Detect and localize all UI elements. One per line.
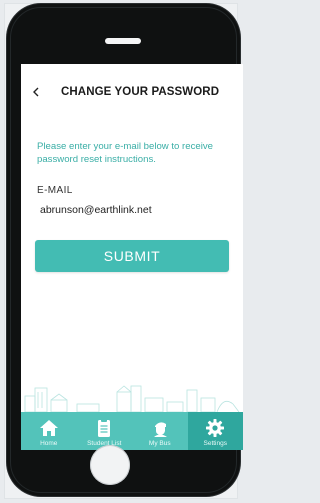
clipboard-icon [98, 419, 111, 437]
phone-frame: CHANGE YOUR PASSWORD Please enter your e… [7, 4, 243, 496]
submit-button[interactable]: SUBMIT [35, 240, 229, 272]
phone-home-button[interactable] [90, 445, 130, 485]
chevron-left-icon[interactable] [31, 82, 41, 109]
tab-label: My Bus [148, 440, 171, 447]
instructions-text: Please enter your e-mail below to receiv… [37, 141, 213, 165]
email-field[interactable] [37, 200, 227, 220]
bus-driver-icon [153, 422, 167, 437]
city-skyline-illustration [24, 385, 240, 412]
tab-home[interactable]: Home [21, 412, 77, 450]
gear-icon [206, 419, 225, 437]
home-icon [39, 420, 58, 436]
app-screen: CHANGE YOUR PASSWORD Please enter your e… [21, 64, 243, 450]
header-bar: CHANGE YOUR PASSWORD [21, 82, 243, 102]
email-label: E-MAIL [37, 185, 73, 196]
speaker-grille [105, 38, 141, 44]
tab-my-bus[interactable]: My Bus [132, 412, 188, 450]
tab-label: Settings [203, 440, 228, 447]
tab-student-list[interactable]: Student List [77, 412, 133, 450]
tab-label: Home [40, 440, 58, 447]
tab-settings[interactable]: Settings [187, 412, 243, 450]
bottom-tab-bar: Home Student List My Bus Settings [21, 412, 243, 450]
page-title: CHANGE YOUR PASSWORD [61, 86, 220, 98]
